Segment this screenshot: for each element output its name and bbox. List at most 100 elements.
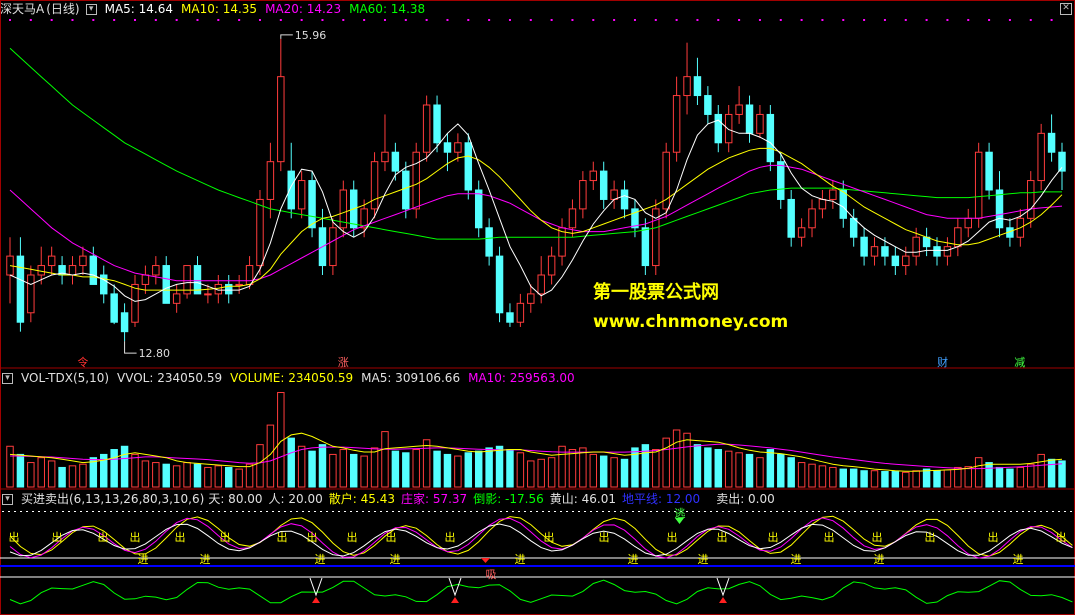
volume-bar[interactable] [58,466,66,488]
candle-body[interactable] [245,265,254,285]
candle-body[interactable] [902,255,910,267]
volume-bar[interactable] [120,445,129,488]
candle-body[interactable] [839,189,847,219]
volume-bar[interactable] [110,449,118,488]
candle-body[interactable] [985,151,993,191]
candle-body[interactable] [589,170,598,182]
volume-bar[interactable] [1027,463,1035,488]
candle-body[interactable] [787,198,795,238]
volume-bar[interactable] [172,465,181,488]
volume-bar[interactable] [985,462,993,488]
volume-bar[interactable] [464,452,473,488]
volume-bar[interactable] [797,462,806,488]
candle-body[interactable] [766,113,775,163]
candle-body[interactable] [152,265,160,276]
volume-bar[interactable] [891,471,900,488]
candle-body[interactable] [610,189,618,200]
candle-body[interactable] [120,312,129,333]
volume-bar[interactable] [287,437,295,488]
candle-body[interactable] [141,274,150,285]
volume-bar[interactable] [1037,453,1045,488]
volume-bar[interactable] [79,463,87,488]
volume-bar[interactable] [1016,466,1025,488]
candle-body[interactable] [131,283,139,323]
candle-body[interactable] [860,236,868,257]
volume-bar[interactable] [68,465,77,488]
volume-bar[interactable] [204,466,212,488]
volume-bar[interactable] [27,462,35,488]
volume-bar[interactable] [974,457,983,488]
candle-body[interactable] [506,312,514,323]
volume-bar[interactable] [933,470,941,488]
candle-body[interactable] [808,208,816,229]
candle-body[interactable] [1047,132,1056,153]
volume-bar[interactable] [381,431,389,488]
candle-body[interactable] [110,293,118,323]
volume-bar[interactable] [162,463,170,488]
volume-bar[interactable] [506,449,514,488]
volume-bar[interactable] [193,463,202,488]
volume-bar[interactable] [620,458,629,488]
candle-body[interactable] [1058,151,1066,172]
candle-body[interactable] [266,161,275,200]
volume-bar[interactable] [152,462,160,488]
volume-bar[interactable] [6,445,14,488]
candle-body[interactable] [974,151,983,219]
volume-bar[interactable] [225,466,233,488]
candle-body[interactable] [599,170,608,200]
candle-body[interactable] [381,151,389,163]
candle-body[interactable] [79,255,87,267]
volume-bar[interactable] [902,471,910,488]
candle-body[interactable] [402,170,410,210]
volume-bar[interactable] [745,453,754,488]
candle-body[interactable] [693,76,702,97]
volume-bar[interactable] [454,455,462,488]
candle-body[interactable] [297,180,306,210]
candle-body[interactable] [641,227,650,267]
volume-bar[interactable] [589,453,598,488]
volume-bar[interactable] [1047,458,1056,488]
volume-bar[interactable] [391,450,400,488]
volume-bar[interactable] [245,463,254,488]
volume-bar[interactable] [724,450,733,488]
volume-bar[interactable] [756,457,764,488]
volume-bar[interactable] [16,453,25,488]
candle-body[interactable] [370,161,379,210]
candle-body[interactable] [870,246,879,257]
volume-bar[interactable] [443,453,452,488]
volume-bar[interactable] [829,466,837,488]
volume-bar[interactable] [808,463,816,488]
volume-bar[interactable] [527,460,535,488]
volume-bar[interactable] [922,468,931,488]
volume-bar[interactable] [777,453,785,488]
volume-bar[interactable] [818,465,827,488]
candle-body[interactable] [797,227,806,238]
volume-bar[interactable] [516,452,525,488]
candle-body[interactable] [235,283,243,286]
candle-body[interactable] [527,293,535,304]
volume-bar[interactable] [943,469,952,488]
volume-bar[interactable] [485,447,493,488]
candle-body[interactable] [829,189,837,200]
candle-body[interactable] [68,265,77,276]
volume-bar[interactable] [964,466,972,488]
volume-bar[interactable] [537,458,545,488]
volume-bar[interactable] [579,447,587,488]
volume-bar[interactable] [183,462,191,488]
candle-body[interactable] [464,142,473,191]
volume-bar[interactable] [214,465,223,488]
candle-body[interactable] [391,151,400,172]
volume-bar[interactable] [912,470,920,488]
volume-bar[interactable] [954,466,962,488]
volume-bar[interactable] [318,444,327,488]
candle-body[interactable] [308,180,316,229]
candle-body[interactable] [714,113,723,144]
volume-bar[interactable] [339,449,348,488]
candle-body[interactable] [547,255,556,276]
volume-bar[interactable] [370,447,379,488]
volume-bar[interactable] [474,450,483,488]
candle-body[interactable] [620,189,629,210]
candle-body[interactable] [1037,132,1045,182]
volume-bar[interactable] [652,449,660,488]
candle-body[interactable] [912,236,920,257]
